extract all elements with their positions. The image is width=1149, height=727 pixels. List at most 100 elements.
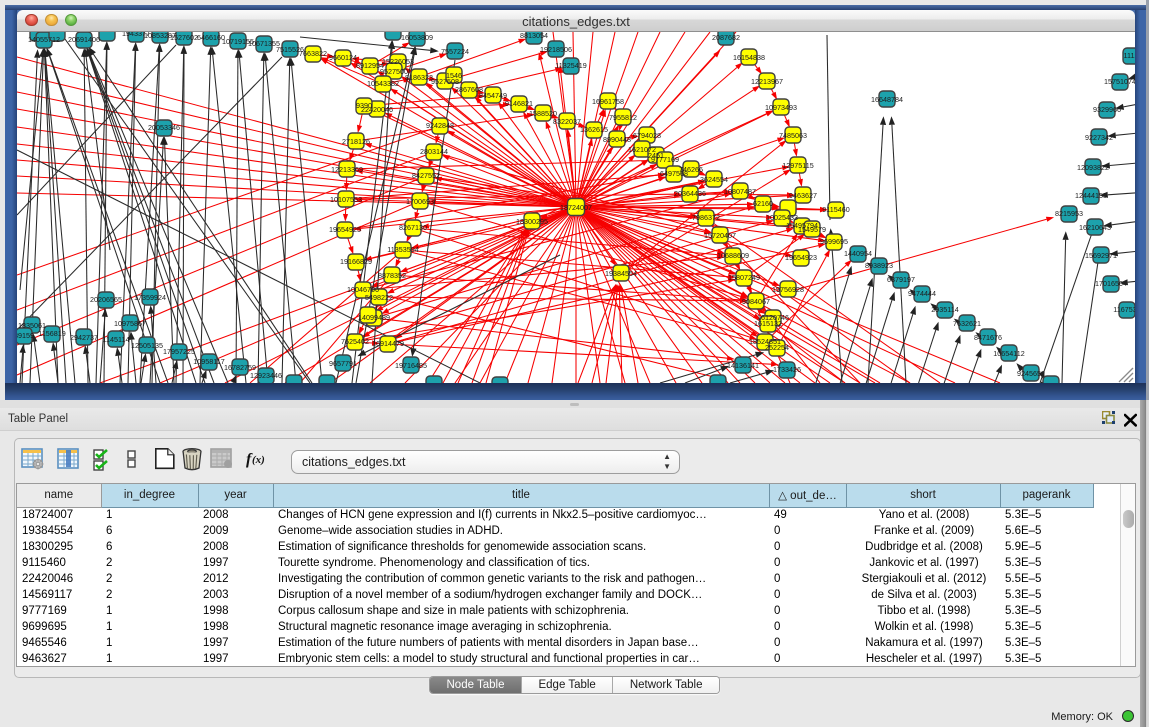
- svg-text:252254: 252254: [765, 343, 789, 352]
- svg-text:14099489: 14099489: [358, 313, 390, 322]
- svg-text:(x): (x): [252, 454, 265, 466]
- svg-text:1145114: 1145114: [103, 335, 130, 344]
- svg-text:12213967: 12213967: [751, 77, 783, 86]
- svg-text:8267130: 8267130: [399, 223, 427, 232]
- svg-text:10975867: 10975867: [114, 319, 146, 328]
- svg-text:8454749: 8454749: [479, 91, 507, 100]
- svg-text:10973493: 10973493: [765, 103, 797, 112]
- svg-text:19166829: 19166829: [340, 257, 372, 266]
- svg-text:17957225: 17957225: [163, 347, 195, 356]
- svg-text:8427552: 8427552: [412, 171, 440, 180]
- svg-text:1546: 1546: [446, 71, 462, 80]
- svg-text:12213369: 12213369: [331, 165, 363, 174]
- svg-text:2942737: 2942737: [70, 333, 98, 342]
- svg-text:16961758: 16961758: [592, 97, 624, 106]
- svg-text:7955812: 7955812: [609, 113, 637, 122]
- svg-text:16914479: 16914479: [372, 339, 404, 348]
- svg-text:9777169: 9777169: [651, 155, 679, 164]
- svg-text:8990448: 8990448: [603, 135, 631, 144]
- svg-text:1167533: 1167533: [1113, 305, 1135, 314]
- svg-text:20691406: 20691406: [68, 35, 100, 44]
- svg-text:1440954: 1440954: [844, 249, 872, 258]
- svg-text:9527500: 9527500: [380, 67, 408, 76]
- svg-text:10958117: 10958117: [193, 357, 224, 366]
- svg-text:9227342: 9227342: [1085, 133, 1113, 142]
- svg-text:17016504: 17016504: [1095, 279, 1127, 288]
- svg-text:1549579: 1549579: [798, 225, 826, 234]
- svg-text:62160: 62160: [753, 199, 773, 208]
- svg-text:19218506: 19218506: [540, 45, 572, 54]
- svg-text:19654925: 19654925: [329, 225, 361, 234]
- svg-text:15692971: 15692971: [1085, 251, 1117, 260]
- svg-text:6466160: 6466160: [197, 33, 225, 42]
- svg-text:10688609: 10688609: [717, 251, 749, 260]
- svg-text:18724007: 18724007: [560, 203, 592, 212]
- svg-text:16053809: 16053809: [401, 33, 433, 42]
- svg-text:9245652: 9245652: [1017, 369, 1045, 378]
- svg-text:16210643: 16210643: [1079, 223, 1111, 232]
- svg-text:19384554: 19384554: [605, 269, 637, 278]
- svg-text:19756928: 19756928: [772, 285, 804, 294]
- svg-text:8186323: 8186323: [405, 73, 433, 82]
- svg-text:12444155: 12444155: [1075, 191, 1107, 200]
- svg-text:16648784: 16648784: [871, 95, 903, 104]
- svg-text:1156819: 1156819: [38, 329, 65, 338]
- svg-text:5498222: 5498222: [365, 293, 393, 302]
- svg-text:20206565: 20206565: [90, 295, 122, 304]
- svg-text:9699695: 9699695: [820, 237, 848, 246]
- svg-text:10543382: 10543382: [367, 79, 399, 88]
- svg-text:10107553: 10107553: [330, 195, 362, 204]
- svg-text:9115460: 9115460: [822, 205, 849, 214]
- svg-text:15720407: 15720407: [704, 231, 736, 240]
- svg-text:19716485: 19716485: [395, 361, 427, 370]
- svg-text:15751074: 15751074: [1104, 77, 1135, 86]
- svg-text:9463627: 9463627: [789, 191, 817, 200]
- svg-text:16154838: 16154838: [733, 53, 765, 62]
- svg-text:14055712: 14055712: [28, 35, 60, 44]
- svg-text:10654112: 10654112: [993, 349, 1024, 358]
- svg-text:7663822: 7663822: [299, 49, 327, 58]
- svg-text:2718126: 2718126: [342, 137, 370, 146]
- svg-text:15226053: 15226053: [382, 57, 414, 66]
- svg-text:1615132: 1615132: [754, 319, 782, 328]
- svg-text:12505135: 12505135: [131, 341, 163, 350]
- svg-text:8215953: 8215953: [1055, 209, 1083, 218]
- svg-text:17359924: 17359924: [134, 293, 166, 302]
- svg-text:11353594: 11353594: [387, 245, 418, 254]
- svg-text:9474444: 9474444: [908, 289, 936, 298]
- svg-text:3624554: 3624554: [700, 175, 728, 184]
- svg-text:1700693: 1700693: [406, 197, 434, 206]
- svg-text:1733426: 1733426: [773, 365, 801, 374]
- svg-text:10807487: 10807487: [724, 187, 756, 196]
- svg-text:12093822: 12093822: [1077, 163, 1109, 172]
- svg-text:20364436: 20364436: [674, 189, 706, 198]
- svg-text:19654923: 19654923: [785, 253, 817, 262]
- svg-text:2803144: 2803144: [420, 147, 448, 156]
- svg-text:1362615: 1362615: [580, 125, 608, 134]
- svg-text:8471676: 8471676: [974, 333, 1002, 342]
- svg-text:12975115: 12975115: [782, 161, 813, 170]
- svg-text:9146821: 9146821: [505, 99, 533, 108]
- svg-text:7625402: 7625402: [341, 337, 369, 346]
- svg-text:1527602: 1527602: [170, 33, 198, 42]
- svg-text:20053346: 20053346: [148, 123, 180, 132]
- svg-text:7485063: 7485063: [779, 131, 807, 140]
- svg-text:14136141: 14136141: [727, 361, 759, 370]
- svg-text:6794028: 6794028: [633, 131, 661, 140]
- svg-text:9657791: 9657791: [329, 359, 357, 368]
- svg-text:9084067: 9084067: [742, 297, 770, 306]
- svg-text:15807249: 15807249: [728, 273, 760, 282]
- svg-text:6379197: 6379197: [887, 275, 915, 284]
- svg-text:7986372: 7986372: [692, 213, 720, 222]
- svg-text:8878352: 8878352: [378, 271, 406, 280]
- svg-text:1112: 1112: [1124, 51, 1135, 60]
- svg-text:39159: 39159: [17, 331, 34, 340]
- svg-text:2935114: 2935114: [931, 305, 958, 314]
- svg-text:11325419: 11325419: [555, 61, 586, 70]
- svg-text:7557224: 7557224: [441, 47, 469, 56]
- svg-text:9660124: 9660124: [329, 53, 357, 62]
- svg-text:9329966: 9329966: [1093, 105, 1121, 114]
- svg-text:2087682: 2087682: [712, 33, 740, 42]
- svg-text:8322037: 8322037: [553, 117, 581, 126]
- svg-text:9390: 9390: [356, 101, 372, 110]
